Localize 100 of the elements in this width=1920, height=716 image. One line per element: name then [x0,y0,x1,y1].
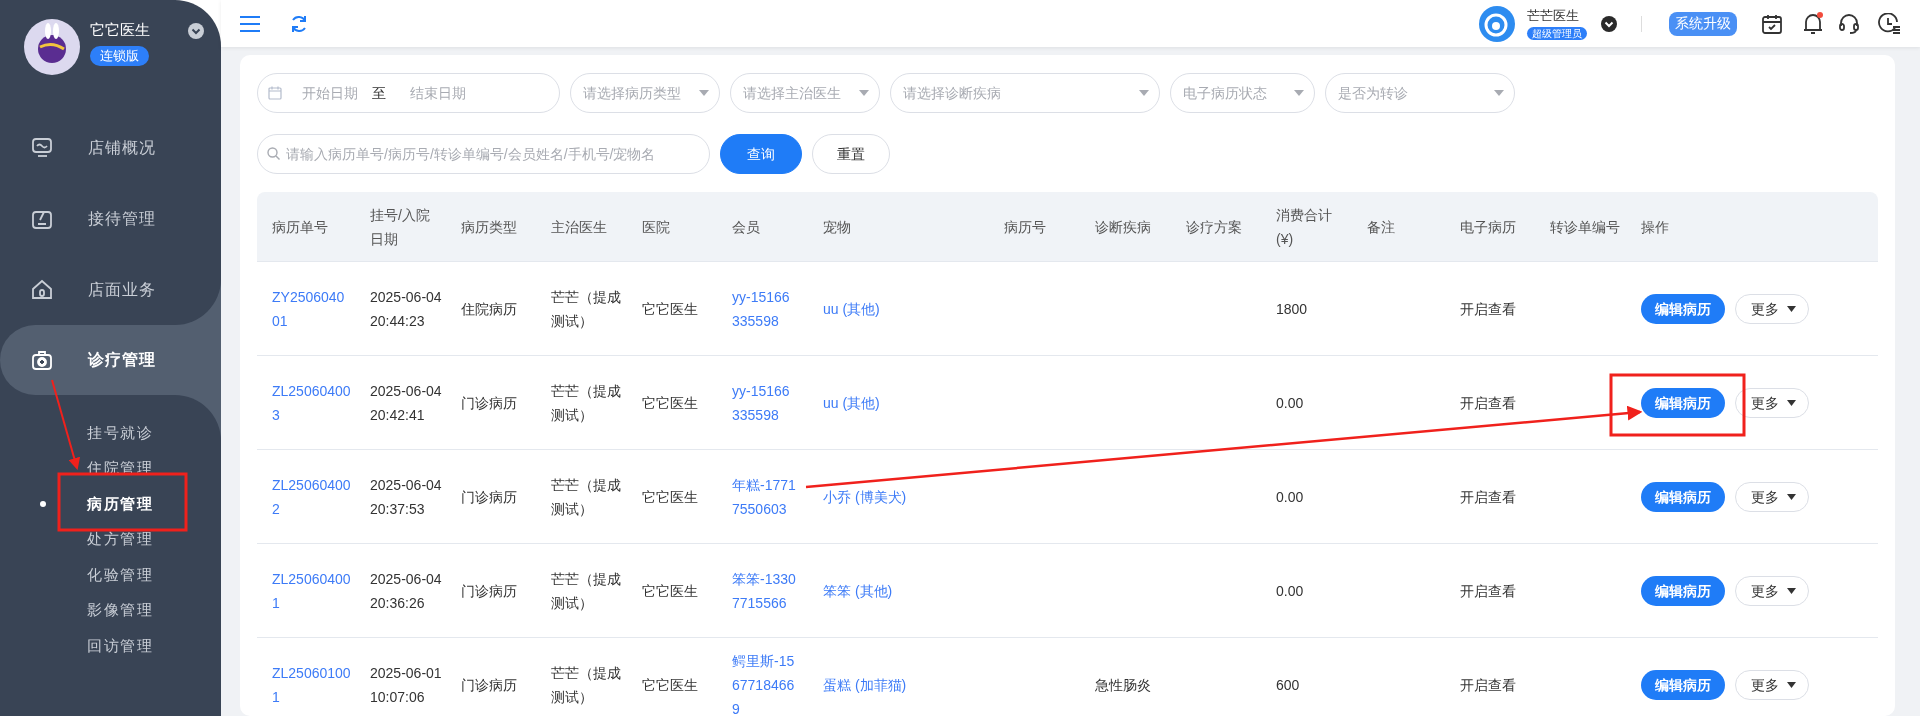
sidebar-item[interactable]: 接待管理 [0,183,221,254]
link[interactable]: 鳄里斯-15677184669 [732,648,797,716]
sidebar-item[interactable]: 诊疗管理 [0,325,221,395]
bell-icon[interactable] [1802,11,1824,36]
link[interactable]: 小乔 (博美犬) [823,484,989,509]
caret-down-icon [1787,681,1796,688]
table-cell-text: 门诊病历 [461,487,518,507]
table-cell-text: 2025-06-04 20:36:26 [370,569,443,613]
column-header: 备注 [1366,217,1396,237]
column-header: 主治医生 [550,217,608,237]
table-cell-text: 开启查看 [1460,299,1517,319]
link[interactable]: 年糕-17717550603 [732,472,797,521]
calendar-icon [268,86,282,100]
column-header: 医院 [641,217,671,237]
caret-down-icon [699,90,709,96]
search-field[interactable]: 请输入病历单号/病历号/转诊单编号/会员姓名/手机号/宠物名 [257,134,710,174]
link[interactable]: ZL250604001 [272,566,352,615]
table-cell-text: 2025-06-04 20:44:23 [370,287,443,331]
link[interactable]: 笨笨-13307715566 [732,566,797,615]
link[interactable]: 笨笨 (其他) [823,578,989,603]
upgrade-button[interactable]: 系统升级 [1669,11,1737,36]
link[interactable]: ZL250604003 [272,378,352,427]
table-cell-text: 门诊病历 [461,393,518,413]
table-cell-text: 住院病历 [461,299,518,319]
link[interactable]: ZY250604001 [272,284,352,333]
edit-record-button[interactable]: 编辑病历 [1641,669,1725,700]
table-cell-text: 它它医生 [642,581,699,601]
column-header: 消费合计(¥) [1275,205,1333,249]
table-cell-text: 芒芒（提成测试） [551,381,622,425]
column-header: 转诊单编号 [1549,217,1621,237]
table-cell-text: 0.00 [1276,487,1305,507]
headset-icon[interactable] [1838,12,1860,35]
column-header: 会员 [731,217,761,237]
table-cell-text: 开启查看 [1460,487,1517,507]
chevron-down-icon[interactable] [1601,15,1617,32]
link[interactable]: uu (其他) [823,296,989,321]
range-separator: 至 [372,83,386,103]
column-header: 病历号 [1003,217,1047,237]
link[interactable]: yy-15166335598 [732,284,797,333]
edit-record-button[interactable]: 编辑病历 [1641,293,1725,324]
table-cell-text: 它它医生 [642,393,699,413]
submenu-item[interactable]: 挂号就诊 [0,415,221,451]
column-header: 病历单号 [271,217,329,237]
table-cell-text: 它它医生 [642,487,699,507]
table-cell-text: 开启查看 [1460,581,1517,601]
query-button[interactable]: 查询 [720,134,802,174]
column-header: 诊断疾病 [1094,217,1152,237]
sidebar-item[interactable]: 店铺概况 [0,112,221,183]
submenu-item[interactable]: 影像管理 [0,592,221,628]
link[interactable]: uu (其他) [823,390,989,415]
table-cell-text: 0.00 [1276,393,1305,413]
edit-record-button[interactable]: 编辑病历 [1641,387,1725,418]
column-header: 操作 [1640,217,1670,237]
column-header: 诊疗方案 [1185,217,1243,237]
calendar-icon[interactable] [1761,12,1783,35]
link[interactable]: ZL250601001 [272,660,352,709]
caret-down-icon [1787,493,1796,500]
caret-down-icon [1139,90,1149,96]
table-cell-text: 2025-06-04 20:37:53 [370,475,443,519]
clock-list-icon[interactable] [1878,12,1902,35]
table-cell-text: 2025-06-01 10:07:06 [370,663,443,707]
table-cell-text: 门诊病历 [461,581,518,601]
submenu-item[interactable]: 回访管理 [0,628,221,664]
submenu-item[interactable]: 病历管理 [0,486,221,522]
monitor-icon [30,135,54,160]
table-cell-text: 它它医生 [642,299,699,319]
user-name: 芒芒医生 [1527,7,1579,24]
submenu-item[interactable]: 处方管理 [0,521,221,557]
submenu-item[interactable]: 化验管理 [0,557,221,593]
avatar-icon[interactable] [1479,5,1515,42]
caret-down-icon [859,90,869,96]
refresh-icon[interactable] [289,13,309,34]
caret-down-icon [1787,587,1796,594]
table-cell-text: 芒芒（提成测试） [551,663,622,707]
column-header: 病历类型 [460,217,518,237]
edit-record-button[interactable]: 编辑病历 [1641,575,1725,606]
edition-badge: 连锁版 [90,46,149,66]
reset-button[interactable]: 重置 [812,134,890,174]
edit-record-button[interactable]: 编辑病历 [1641,481,1725,512]
table-cell-text: 0.00 [1276,581,1305,601]
end-date-field[interactable]: 结束日期 [410,82,490,104]
caret-down-icon [1787,399,1796,406]
table-cell-text: 开启查看 [1460,675,1517,695]
table-cell-text: 2025-06-04 20:42:41 [370,381,443,425]
link[interactable]: 蛋糕 (加菲猫) [823,672,989,697]
logo-icon [24,19,80,75]
link[interactable]: ZL250604002 [272,472,352,521]
menu-icon[interactable] [239,14,261,33]
search-icon [267,147,280,160]
column-header: 挂号/入院日期 [369,205,431,249]
link[interactable]: yy-15166335598 [732,378,797,427]
table-cell-text: 芒芒（提成测试） [551,569,622,613]
caret-down-icon [1787,305,1796,312]
caret-down-icon [1494,90,1504,96]
sidebar-item[interactable]: 店面业务 [0,254,221,325]
table-cell-text: 芒芒（提成测试） [551,475,622,519]
table-cell-text: 门诊病历 [461,675,518,695]
chevron-down-icon[interactable] [188,23,204,39]
table-cell-text: 1800 [1276,299,1309,319]
column-header: 电子病历 [1459,217,1517,237]
